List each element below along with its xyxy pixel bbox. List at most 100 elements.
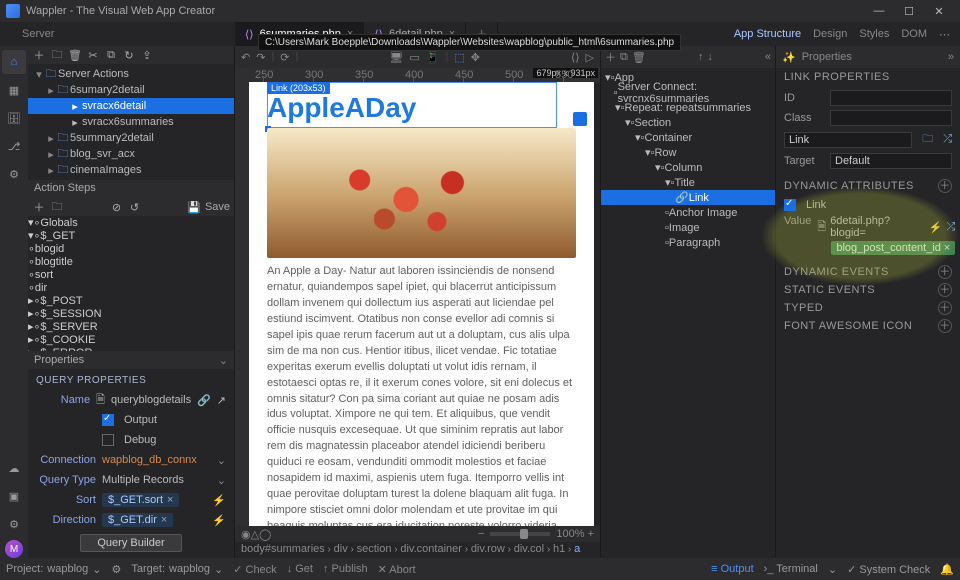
- reset-icon[interactable]: ↺: [127, 201, 141, 214]
- section-link-properties[interactable]: LINK PROPERTIES: [776, 68, 960, 86]
- shuffle-icon[interactable]: ⤮: [947, 221, 956, 234]
- outline-item[interactable]: ▾▫Row: [601, 145, 775, 160]
- class-field[interactable]: [830, 110, 952, 126]
- properties-left-header[interactable]: Properties ⌄: [28, 351, 234, 369]
- chevron-down-icon[interactable]: ⌄: [217, 454, 226, 467]
- chevron-down-icon[interactable]: ⌄: [217, 474, 226, 487]
- copy-icon[interactable]: ⧉: [104, 49, 118, 62]
- add-icon[interactable]: ＋: [32, 47, 46, 63]
- cloud-icon[interactable]: ☁: [2, 456, 26, 480]
- collapse-icon[interactable]: »: [948, 51, 954, 63]
- settings-icon[interactable]: ⚙: [112, 563, 122, 576]
- tree-item[interactable]: ▸∘$_SERVER: [28, 320, 234, 333]
- up-icon[interactable]: ↑: [698, 51, 704, 63]
- outline-item[interactable]: ▫Server Connect: svrcnx6summaries: [601, 85, 775, 100]
- clear-icon[interactable]: ×: [167, 494, 173, 506]
- value-text[interactable]: 6detail.php?blogid=: [830, 215, 925, 239]
- clear-icon[interactable]: ×: [944, 242, 950, 254]
- delete-icon[interactable]: 🗑: [68, 49, 82, 62]
- tree-item[interactable]: ▸🗀6sumary2detail: [28, 82, 234, 98]
- bolt-icon[interactable]: ⚡: [929, 221, 943, 234]
- open-icon[interactable]: ↗: [217, 394, 226, 407]
- zoom-minus[interactable]: −: [478, 528, 484, 540]
- tree-item[interactable]: ∘dir: [28, 281, 234, 294]
- window-max-button[interactable]: ☐: [894, 5, 924, 18]
- bolt-icon[interactable]: ⚡: [212, 494, 226, 507]
- tree-item[interactable]: ▸svracx6detail: [28, 98, 234, 114]
- notifications-icon[interactable]: 🔔: [940, 563, 954, 576]
- section-font-awesome-icon[interactable]: FONT AWESOME ICON＋: [776, 317, 960, 335]
- refresh-icon[interactable]: ⟳: [280, 51, 289, 64]
- section-dynamic-attributes[interactable]: DYNAMIC ATTRIBUTES＋: [776, 177, 960, 195]
- redo-icon[interactable]: ↷: [256, 51, 265, 64]
- id-field[interactable]: [830, 90, 952, 106]
- database-icon[interactable]: 🗄: [2, 106, 26, 130]
- code-icon[interactable]: ⟨⟩: [571, 51, 580, 64]
- zoom-level[interactable]: 100% +: [556, 528, 594, 540]
- bolt-icon[interactable]: ⚡: [212, 514, 226, 527]
- window-close-button[interactable]: ✕: [924, 5, 954, 18]
- tree-item[interactable]: ∘blogtitle: [28, 255, 234, 268]
- shuffle-icon[interactable]: ⤮: [943, 133, 952, 146]
- image-apples[interactable]: [267, 128, 576, 258]
- connection-value[interactable]: wapblog_db_connx: [102, 454, 197, 466]
- section-dynamic-events[interactable]: DYNAMIC EVENTS＋: [776, 263, 960, 281]
- abort-button[interactable]: ✕ Abort: [378, 563, 416, 576]
- clear-icon[interactable]: ×: [161, 514, 167, 526]
- view-mode-icons[interactable]: ◉△◯: [241, 528, 271, 541]
- outline-item[interactable]: ▾▫Repeat: repeatsummaries: [601, 100, 775, 115]
- output-button[interactable]: ≡ Output: [711, 563, 754, 575]
- design-canvas[interactable]: Link (203x53) AppleADay An Apple a Day- …: [249, 82, 594, 526]
- add-icon[interactable]: ＋: [605, 49, 616, 65]
- cut-icon[interactable]: ✂: [86, 49, 100, 62]
- add-attr-icon[interactable]: ＋: [938, 179, 952, 193]
- tree-item[interactable]: ∘blogid: [28, 242, 234, 255]
- preview-icon[interactable]: ▷: [586, 51, 594, 64]
- link-icon[interactable]: 🔗: [197, 394, 211, 407]
- tree-item[interactable]: ▸∘$_SESSION: [28, 307, 234, 320]
- tree-item[interactable]: ▾∘Globals: [28, 216, 234, 229]
- tablet-icon[interactable]: ▭: [409, 51, 419, 64]
- add-icon[interactable]: ＋: [32, 199, 46, 215]
- querytype-value[interactable]: Multiple Records: [102, 474, 184, 486]
- link-attr-checkbox[interactable]: [784, 199, 796, 211]
- debug-checkbox[interactable]: [102, 434, 114, 446]
- zoom-slider[interactable]: [490, 532, 550, 536]
- target-picker[interactable]: Target: wapblog ⌄: [131, 563, 223, 576]
- outline-item[interactable]: ▾▫Section: [601, 115, 775, 130]
- collapse-icon[interactable]: «: [765, 51, 771, 63]
- tree-item[interactable]: ▾∘$_GET: [28, 229, 234, 242]
- pointer-icon[interactable]: ⬚: [454, 51, 464, 64]
- branch-icon[interactable]: ⎇: [2, 134, 26, 158]
- layers-icon[interactable]: ▦: [2, 78, 26, 102]
- name-value[interactable]: queryblogdetails: [111, 394, 191, 406]
- settings-icon[interactable]: ⚙: [2, 512, 26, 536]
- section-typed[interactable]: TYPED＋: [776, 299, 960, 317]
- paragraph-body[interactable]: An Apple a Day- Natur aut laboren issinc…: [267, 264, 576, 526]
- tree-item[interactable]: ∘sort: [28, 268, 234, 281]
- menu-dom[interactable]: DOM: [901, 28, 927, 41]
- publish-button[interactable]: ↑ Publish: [323, 563, 368, 575]
- avatar[interactable]: M: [5, 540, 23, 558]
- breadcrumb[interactable]: body#summaries › div › section › div.con…: [235, 542, 600, 558]
- get-button[interactable]: ↓ Get: [287, 563, 313, 575]
- reload-icon[interactable]: ↻: [122, 49, 136, 62]
- flow-icon[interactable]: ⚙: [2, 162, 26, 186]
- save-icon[interactable]: 💾: [187, 201, 201, 214]
- duplicate-icon[interactable]: ⧉: [620, 51, 628, 64]
- desktop-icon[interactable]: 🖥: [389, 51, 403, 64]
- mobile-icon[interactable]: 📱: [426, 51, 440, 64]
- block-icon[interactable]: ⊘: [109, 201, 123, 214]
- outline-item[interactable]: ▾▫Container: [601, 130, 775, 145]
- export-icon[interactable]: ⇪: [140, 49, 154, 62]
- menu-app-structure[interactable]: App Structure: [734, 28, 801, 41]
- query-builder-button[interactable]: Query Builder: [80, 534, 181, 552]
- window-min-button[interactable]: —: [864, 5, 894, 17]
- folder-icon[interactable]: 🗀: [50, 46, 64, 65]
- menu-design[interactable]: Design: [813, 28, 847, 41]
- tree-item[interactable]: ▸🗀cinemaImages: [28, 162, 234, 178]
- menu-styles[interactable]: Styles: [859, 28, 889, 41]
- extensions-icon[interactable]: ▣: [2, 484, 26, 508]
- section-static-events[interactable]: STATIC EVENTS＋: [776, 281, 960, 299]
- project-picker[interactable]: Project: wapblog ⌄: [6, 563, 102, 576]
